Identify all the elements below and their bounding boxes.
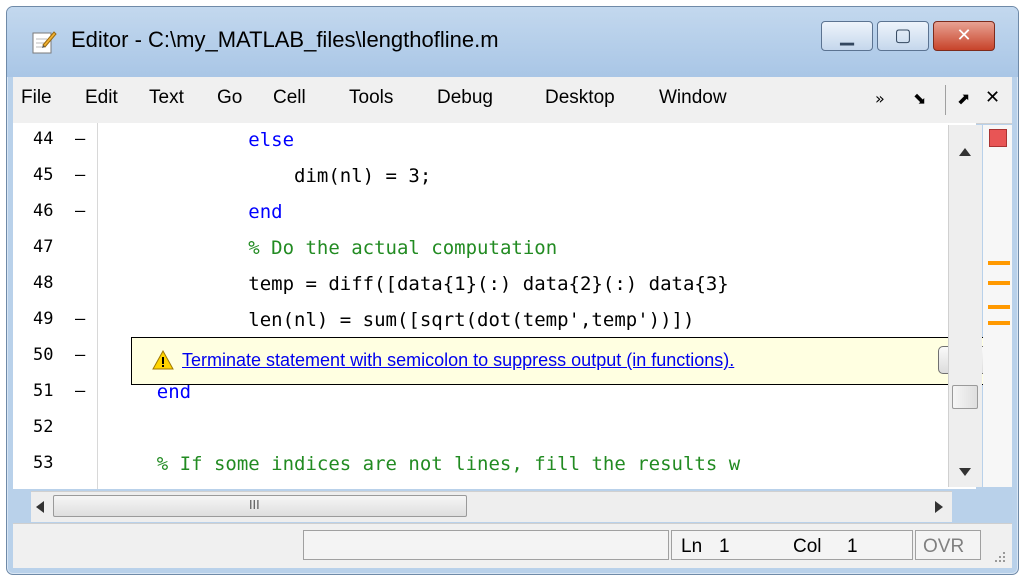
scroll-up-arrow-icon[interactable]	[958, 147, 972, 157]
line-number: 49	[33, 309, 54, 329]
minimize-icon: ▁	[840, 25, 854, 46]
status-bar: Ln 1 Col 1 OVR	[13, 523, 1012, 568]
warning-marker[interactable]	[988, 261, 1010, 265]
line-value: 1	[719, 536, 730, 557]
line-number: 48	[33, 273, 54, 293]
horizontal-scrollbar[interactable]: III	[31, 491, 952, 522]
message-bar	[983, 125, 1012, 487]
line-number: 52	[33, 417, 54, 437]
close-window-button[interactable]: ✕	[933, 21, 995, 51]
scroll-left-arrow-icon[interactable]	[35, 500, 45, 514]
breakpoint-marker[interactable]: —	[75, 345, 85, 365]
breakpoint-marker[interactable]: —	[75, 129, 85, 149]
line-number: 47	[33, 237, 54, 257]
maximize-button[interactable]: ▢	[877, 21, 929, 51]
editor-window: Editor - C:\my_MATLAB_files\lengthofline…	[6, 6, 1019, 575]
code-line[interactable]: 52	[13, 411, 976, 447]
scroll-down-arrow-icon[interactable]	[958, 467, 972, 477]
menu-go[interactable]: Go	[217, 87, 242, 109]
code-keyword: else	[248, 129, 295, 151]
error-status-indicator[interactable]	[989, 129, 1007, 147]
menu-bar: File Edit Text Go Cell Tools Debug Deskt…	[13, 77, 1012, 124]
menu-text[interactable]: Text	[149, 87, 184, 109]
menu-edit[interactable]: Edit	[85, 87, 118, 109]
vertical-scrollbar[interactable]	[948, 125, 982, 487]
overwrite-mode-indicator: OVR	[923, 536, 965, 557]
menu-divider	[945, 85, 946, 115]
code-keyword: end	[248, 201, 283, 223]
code-segment: len(nl) = sum([sqrt(dot(temp',temp'))])	[111, 309, 695, 331]
code-text: end	[111, 201, 283, 223]
menu-debug[interactable]: Debug	[437, 87, 493, 109]
code-text: len(nl) = sum([sqrt(dot(temp',temp'))])	[111, 309, 694, 331]
minimize-button[interactable]: ▁	[821, 21, 873, 51]
line-number: 51	[33, 381, 54, 401]
code-segment: temp = diff([data{1}(:) data{2}(:) data{…	[111, 273, 729, 295]
close-icon: ✕	[956, 25, 972, 46]
menu-desktop[interactable]: Desktop	[545, 87, 615, 109]
resize-grip-icon[interactable]	[991, 550, 1007, 564]
breakpoint-marker[interactable]: —	[75, 165, 85, 185]
warning-message-link[interactable]: Terminate statement with semicolon to su…	[182, 350, 734, 371]
code-text: else	[111, 129, 294, 151]
maximize-icon: ▢	[894, 25, 912, 46]
code-text: dim(nl) = 3;	[111, 165, 431, 187]
overflow-chevron-icon[interactable]: »	[875, 89, 885, 108]
menu-tools[interactable]: Tools	[349, 87, 393, 109]
line-label: Ln	[681, 536, 703, 557]
title-bar[interactable]: Editor - C:\my_MATLAB_files\lengthofline…	[7, 7, 1018, 77]
column-label: Col	[793, 536, 822, 557]
undock-arrow-icon[interactable]: ⬊	[913, 89, 926, 108]
menu-cell[interactable]: Cell	[273, 87, 306, 109]
code-line[interactable]: 46 — end	[13, 195, 976, 231]
code-line[interactable]: 47 % Do the actual computation	[13, 231, 976, 267]
editor-icon	[32, 31, 57, 54]
menu-file[interactable]: File	[21, 87, 52, 109]
grip-icon: III	[249, 498, 260, 512]
warning-marker[interactable]	[988, 321, 1010, 325]
code-comment: % If some indices are not lines, fill th…	[156, 453, 741, 475]
status-message-field	[303, 530, 669, 560]
menu-window[interactable]: Window	[659, 87, 727, 109]
code-line[interactable]: 53 % If some indices are not lines, fill…	[13, 447, 976, 483]
warning-marker[interactable]	[988, 281, 1010, 285]
code-segment: dim(nl) = 3;	[111, 165, 432, 187]
window-title: Editor - C:\my_MATLAB_files\lengthofline…	[71, 27, 499, 52]
breakpoint-marker[interactable]: —	[75, 309, 85, 329]
line-number: 46	[33, 201, 54, 221]
mlint-warning-tooltip: Terminate statement with semicolon to su…	[131, 337, 1006, 385]
code-line[interactable]: 49 — len(nl) = sum([sqrt(dot(temp',temp')…	[13, 303, 976, 339]
warning-marker[interactable]	[988, 305, 1010, 309]
code-text: % If some indices are not lines, fill th…	[111, 453, 740, 475]
horizontal-scroll-thumb[interactable]: III	[53, 495, 467, 517]
warning-icon	[152, 350, 174, 370]
code-text: temp = diff([data{1}(:) data{2}(:) data{…	[111, 273, 729, 295]
line-number: 45	[33, 165, 54, 185]
breakpoint-marker[interactable]: —	[75, 201, 85, 221]
code-line[interactable]: 48 temp = diff([data{1}(:) data{2}(:) da…	[13, 267, 976, 303]
breakpoint-marker[interactable]: —	[75, 381, 85, 401]
code-editor[interactable]: 44 — else 45 — dim(nl) = 3; 46 — end 47 % Do t…	[13, 123, 976, 489]
code-text: % Do the actual computation	[111, 237, 557, 259]
dock-arrow-icon[interactable]: ⬈	[957, 89, 970, 108]
vertical-scroll-thumb[interactable]	[952, 385, 978, 409]
code-comment: % Do the actual computation	[248, 237, 558, 259]
code-line[interactable]: 44 — else	[13, 123, 976, 159]
line-number: 44	[33, 129, 54, 149]
cursor-position-field	[671, 530, 913, 560]
code-line[interactable]: 45 — dim(nl) = 3;	[13, 159, 976, 195]
scroll-right-arrow-icon[interactable]	[934, 500, 944, 514]
close-document-icon[interactable]: ✕	[985, 87, 1000, 108]
line-number: 50	[33, 345, 54, 365]
line-number: 53	[33, 453, 54, 473]
column-value: 1	[847, 536, 858, 557]
